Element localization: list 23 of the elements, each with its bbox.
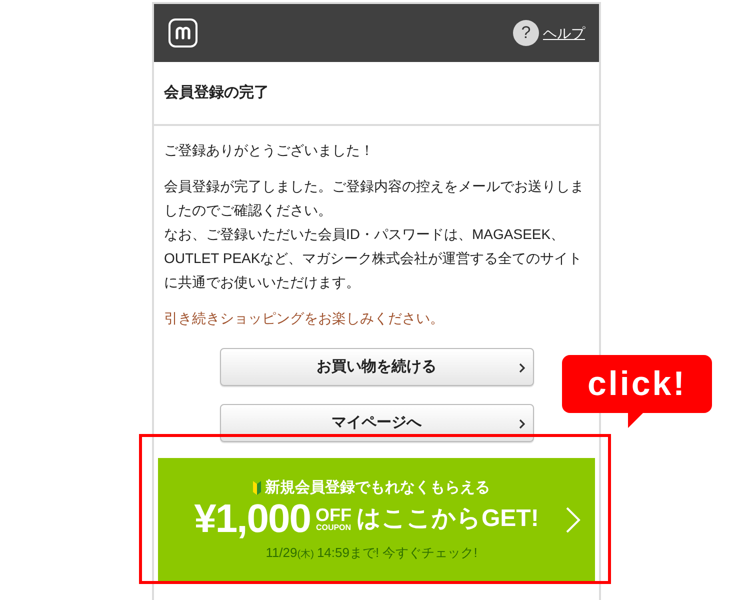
thanks-text: ご登録ありがとうございました！	[164, 141, 375, 160]
body-paragraph: なお、ご登録いただいた会員ID・パスワードは、MAGASEEK、OUTLET PEAKなど、マガシーク株式会社が運営する全てのサイトに共通でお使いいただけます。	[164, 225, 584, 292]
off-label: OFF	[316, 506, 352, 524]
help-link[interactable]: ヘルプ	[543, 22, 585, 44]
page-title: 会員登録の完了	[164, 82, 269, 103]
chevron-icon	[518, 419, 524, 429]
beginner-mark-icon	[253, 480, 261, 495]
coupon-amount: ¥1,000	[194, 499, 310, 539]
deadline-weekday: (木)	[297, 548, 314, 562]
banner-cta: はここからGET!	[356, 507, 539, 531]
banner-headline: 新規会員登録でもれなくもらえる	[265, 478, 490, 498]
deadline-date: 11/29	[266, 544, 298, 562]
deadline-text: 14:59まで! 今すぐチェック!	[316, 544, 478, 562]
chevron-icon	[518, 363, 524, 373]
nav-button[interactable]: マイページへ	[220, 404, 534, 442]
logo-icon[interactable]	[168, 18, 198, 48]
coupon-label: COUPON	[316, 524, 352, 532]
body-paragraph: 会員登録が完了しました。ご登録内容の控えをメールでお送りしましたのでご確認ください。	[164, 177, 584, 220]
chevron-icon	[565, 506, 581, 534]
callout-tail	[628, 412, 644, 428]
nav-button[interactable]: お買い物を続ける	[220, 348, 534, 386]
shopping-note: 引き続きショッピングをお楽しみください。	[164, 309, 445, 328]
help-icon[interactable]: ?	[513, 20, 539, 46]
